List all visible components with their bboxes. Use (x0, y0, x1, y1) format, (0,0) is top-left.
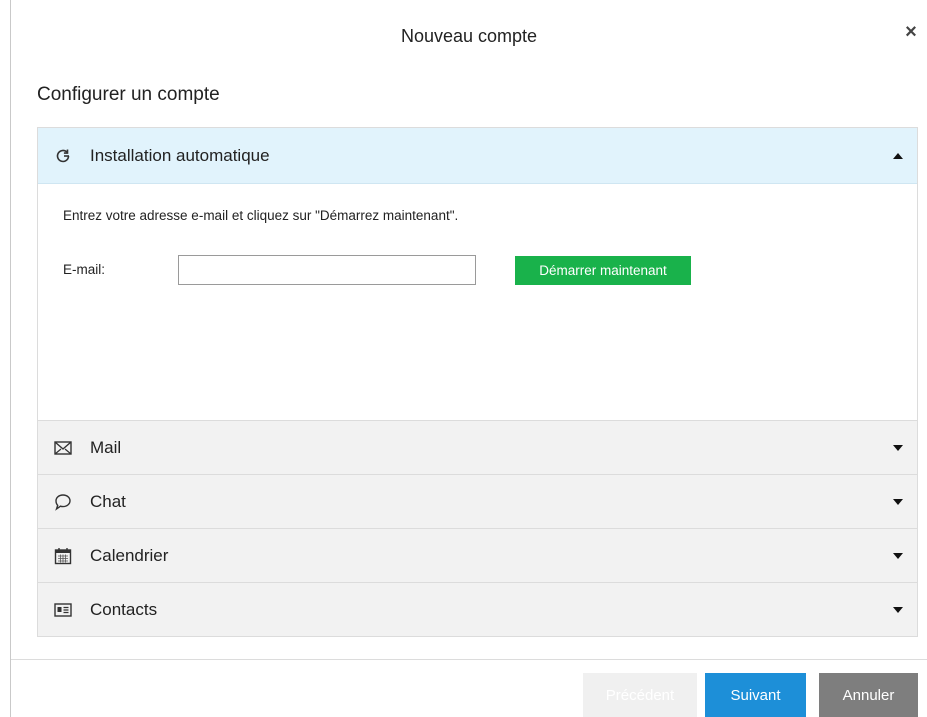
caret-down-icon (893, 498, 903, 505)
accordion-label: Mail (90, 437, 122, 457)
calendar-icon (52, 545, 74, 567)
accordion-header-calendar[interactable]: Calendrier (38, 528, 917, 582)
caret-down-icon (893, 444, 903, 451)
email-input[interactable] (178, 255, 476, 285)
accordion-label: Chat (90, 491, 126, 511)
accordion-header-chat[interactable]: Chat (38, 474, 917, 528)
dialog-title: Nouveau compte (400, 26, 538, 46)
email-label: E-mail: (63, 262, 106, 277)
instruction-text: Entrez votre adresse e-mail et cliquez s… (63, 208, 459, 223)
cancel-button[interactable]: Annuler (819, 673, 918, 717)
page-heading: Configurer un compte (37, 84, 220, 105)
new-account-dialog: Nouveau compte × Configurer un compte In… (10, 0, 927, 717)
chat-bubble-icon (52, 491, 74, 513)
accordion-label: Calendrier (90, 545, 169, 565)
refresh-icon (52, 145, 74, 167)
previous-button[interactable]: Précédent (583, 673, 697, 717)
footer-divider (11, 659, 927, 660)
contact-card-icon (52, 599, 74, 621)
auto-install-panel: Entrez votre adresse e-mail et cliquez s… (38, 184, 917, 420)
accordion-header-mail[interactable]: Mail (38, 420, 917, 474)
accordion-header-contacts[interactable]: Contacts (38, 582, 917, 636)
caret-down-icon (893, 552, 903, 559)
caret-up-icon (893, 152, 903, 159)
next-button[interactable]: Suivant (705, 673, 806, 717)
accordion-label: Contacts (90, 599, 158, 619)
account-type-accordion: Installation automatique Entrez votre ad… (37, 127, 918, 637)
caret-down-icon (893, 606, 903, 613)
accordion-header-auto-install[interactable]: Installation automatique (38, 128, 917, 184)
start-now-button[interactable]: Démarrer maintenant (515, 256, 691, 285)
accordion-label: Installation automatique (90, 145, 270, 165)
dialog-titlebar: Nouveau compte × (11, 0, 927, 74)
envelope-icon (52, 437, 74, 459)
close-button[interactable]: × (901, 22, 921, 42)
